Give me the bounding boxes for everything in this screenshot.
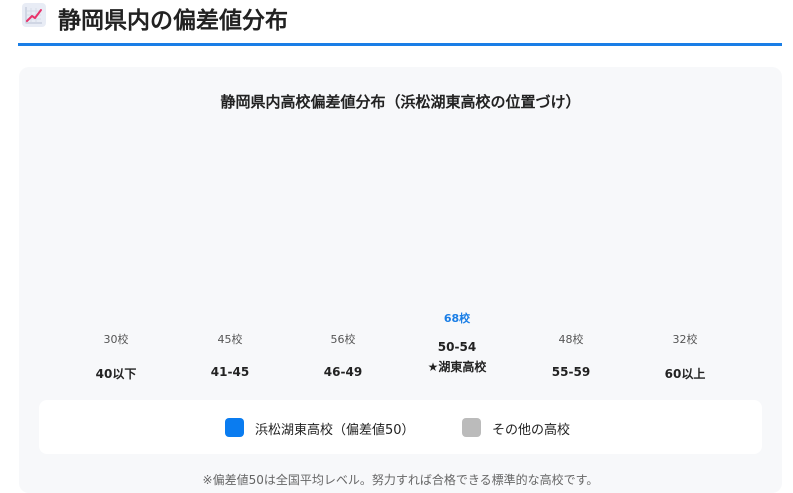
- bar-column-41-45: 45校 41-45: [175, 331, 285, 379]
- bar-category-label: 50-54: [437, 340, 477, 354]
- bar-count-label: 30校: [103, 333, 129, 346]
- legend-label-other: その他の高校: [492, 423, 571, 438]
- chart-footnote: ※偏差値50は全国平均レベル。努力すれば合格できる標準的な高校です。: [202, 473, 599, 487]
- bar-category-label: 60以上: [664, 367, 706, 381]
- chart-title: 静岡県内高校偏差値分布（浜松湖東高校の位置づけ）: [220, 93, 581, 111]
- bar-category-label: 40以下: [95, 367, 137, 381]
- legend-swatch-highlight: [225, 418, 244, 437]
- bar-column-60-above: 32校 60以上: [630, 331, 740, 382]
- bar-category-label: 46-49: [323, 365, 363, 379]
- bar-column-46-49: 56校 46-49: [288, 331, 398, 379]
- page-header: 静岡県内の偏差値分布: [18, 0, 782, 46]
- bar-column-40-below: 30校 40以下: [61, 331, 171, 382]
- chart-increasing-icon: [22, 3, 46, 27]
- bar-count-label: 45校: [217, 333, 243, 346]
- legend-label-highlight: 浜松湖東高校（偏差値50）: [255, 423, 415, 438]
- bar-count-label: 68校: [443, 312, 471, 325]
- bar-count-label: 48校: [558, 333, 584, 346]
- chart-legend: 浜松湖東高校（偏差値50） その他の高校: [39, 400, 762, 454]
- bar-category-label: 55-59: [551, 365, 591, 379]
- legend-swatch-other: [462, 418, 481, 437]
- bar-count-label: 56校: [330, 333, 356, 346]
- bar-column-50-54-highlight: 68校 50-54 ★湖東高校: [402, 310, 512, 375]
- chart-card: 静岡県内高校偏差値分布（浜松湖東高校の位置づけ） 30校 40以下 45校 41…: [19, 67, 782, 493]
- bar-column-55-59: 48校 55-59: [516, 331, 626, 379]
- bar-category-label: 41-45: [210, 365, 250, 379]
- bar-count-label: 32校: [672, 333, 698, 346]
- bar-category-subtitle: ★湖東高校: [427, 360, 487, 374]
- page-title: 静岡県内の偏差値分布: [58, 8, 288, 34]
- header-divider: [18, 43, 782, 46]
